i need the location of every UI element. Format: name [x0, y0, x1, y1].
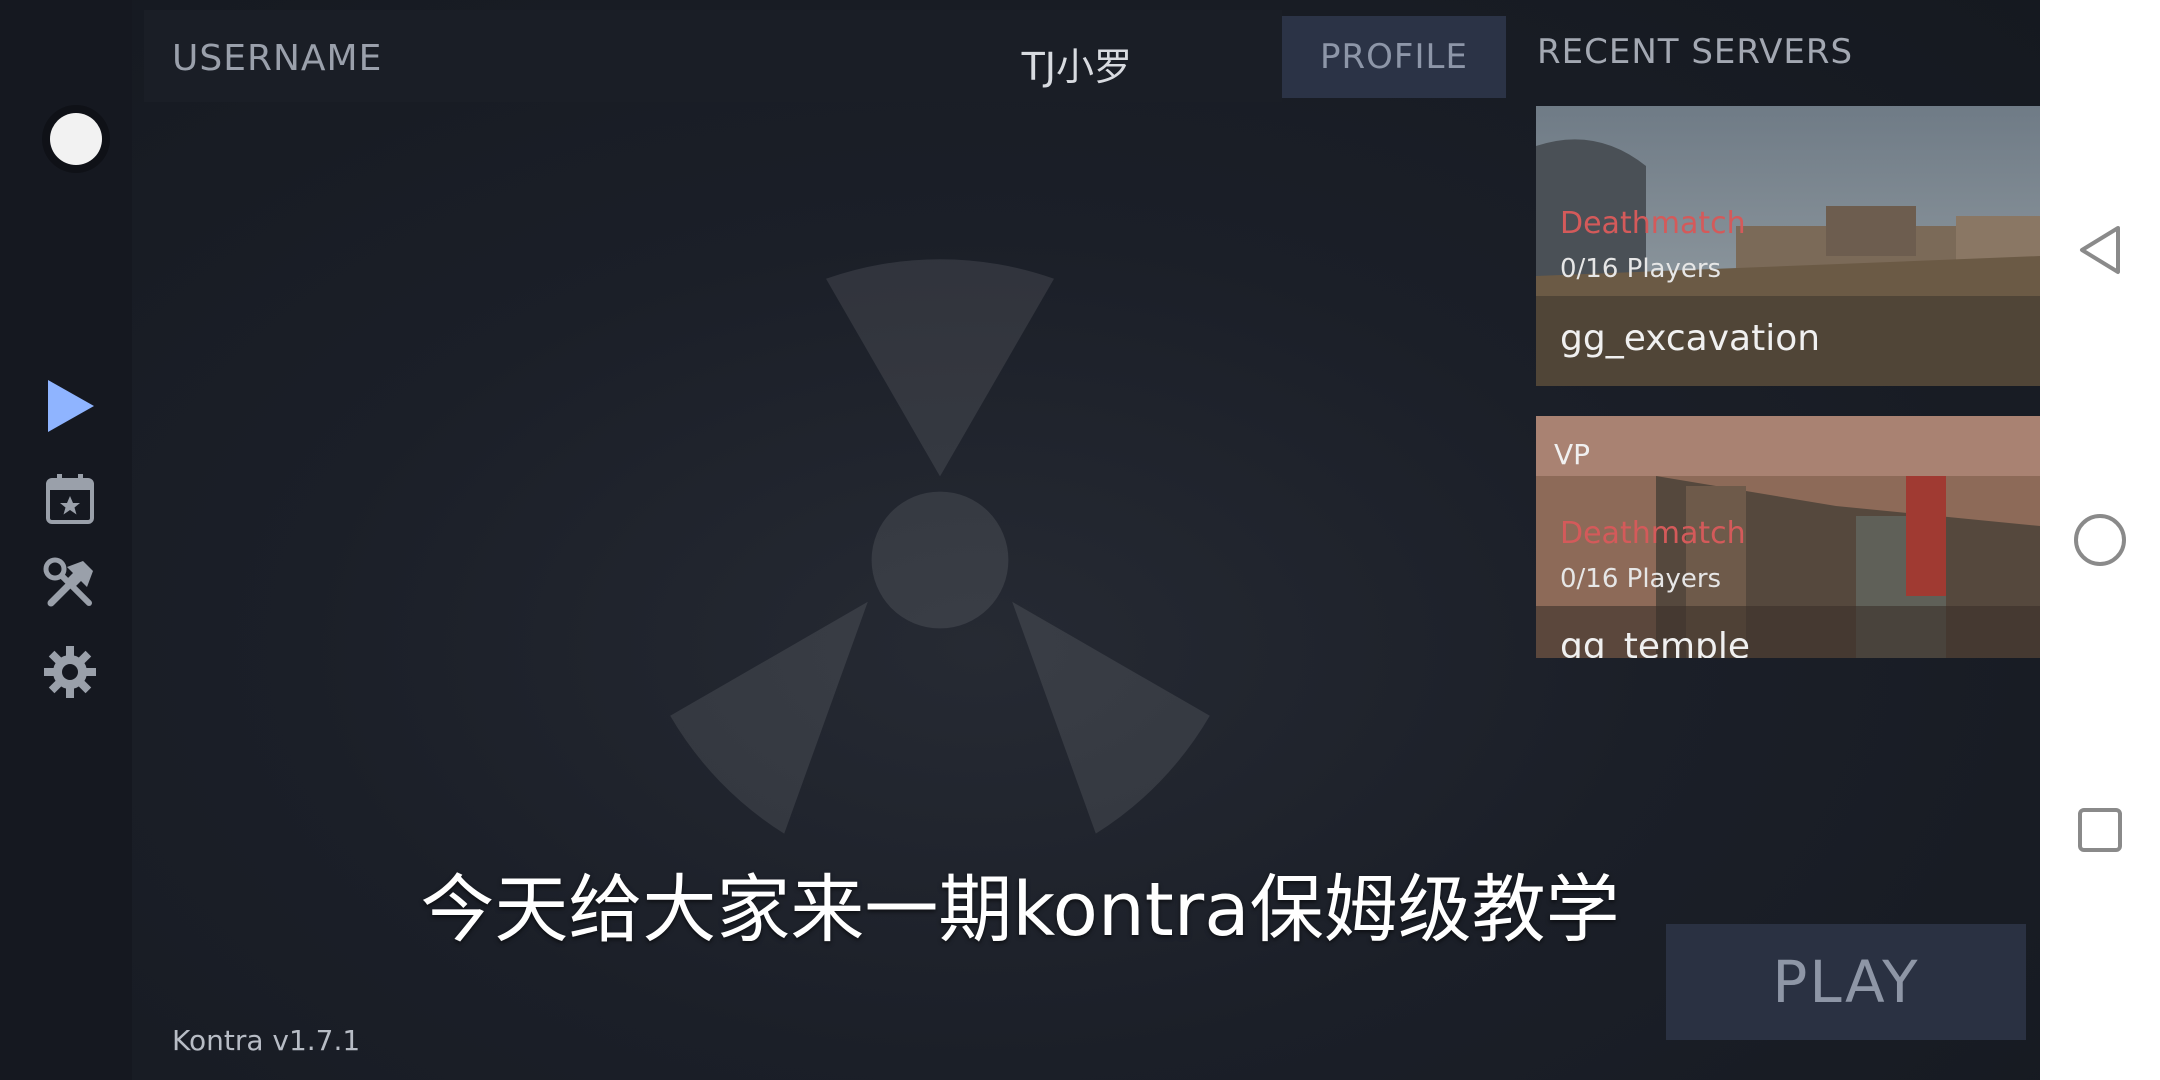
server-players: 0/16 Players	[1560, 254, 1722, 284]
server-name: gg_temple	[1560, 626, 1751, 658]
play-button[interactable]: PLAY	[1666, 924, 2026, 1040]
calendar-star-icon[interactable]	[38, 466, 102, 530]
play-icon[interactable]	[38, 374, 102, 438]
home-icon[interactable]	[2070, 510, 2130, 570]
recent-servers-title: RECENT SERVERS	[1537, 32, 1854, 72]
server-card-temple[interactable]: VP Deathmatch 0/16 Players gg_temple	[1536, 416, 2040, 658]
server-mode: Deathmatch	[1560, 516, 1746, 551]
game-screen: USERNAME TJ小罗 PROFILE RECENT SERVERS Dea…	[0, 0, 2040, 1080]
server-name: gg_excavation	[1560, 318, 1821, 359]
profile-button[interactable]: PROFILE	[1282, 16, 1506, 98]
background-emblem	[670, 259, 1210, 834]
username-label: USERNAME	[172, 38, 383, 79]
server-card-excavation[interactable]: Deathmatch 0/16 Players gg_excavation	[1536, 106, 2040, 386]
back-icon[interactable]	[2070, 220, 2130, 280]
avatar[interactable]	[50, 113, 102, 165]
username-field[interactable]: TJ小罗	[1022, 36, 1132, 91]
android-navigation-bar	[2040, 0, 2160, 1080]
gear-icon[interactable]	[38, 640, 102, 704]
server-players: 0/16 Players	[1560, 564, 1722, 594]
recents-icon[interactable]	[2070, 800, 2130, 860]
server-mode: Deathmatch	[1560, 206, 1746, 241]
version-label: Kontra v1.7.1	[172, 1024, 361, 1057]
server-tag: VP	[1554, 438, 1591, 471]
tools-icon[interactable]	[38, 552, 102, 616]
